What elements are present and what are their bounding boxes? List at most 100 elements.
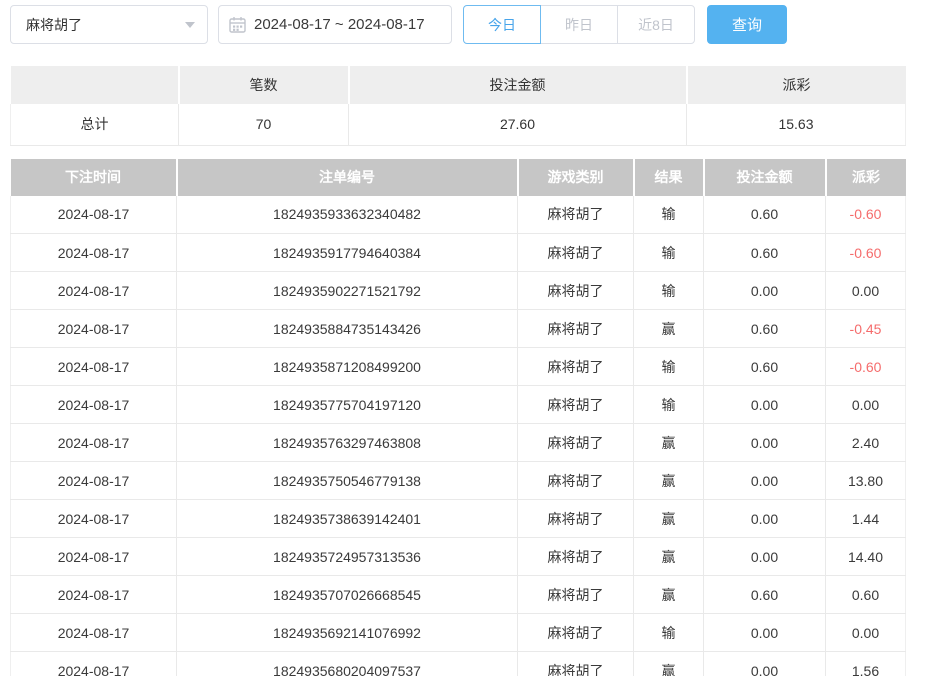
cell-bet-id: 1824935738639142401 <box>177 500 518 538</box>
cell-result: 赢 <box>634 538 704 576</box>
bets-column-header-cell-bet-time: 下注时间 <box>11 159 177 196</box>
today-button[interactable]: 今日 <box>463 5 541 44</box>
bets-column-header-cell-result: 结果 <box>634 159 704 196</box>
cell-bet-time: 2024-08-17 <box>11 424 177 462</box>
query-button[interactable]: 查询 <box>707 5 787 44</box>
cell-payout: 0.00 <box>826 272 906 310</box>
cell-bet-time: 2024-08-17 <box>11 576 177 614</box>
table-row: 2024-08-171824935763297463808麻将胡了赢0.002.… <box>11 424 906 462</box>
cell-result: 赢 <box>634 462 704 500</box>
cell-result: 输 <box>634 614 704 652</box>
bet-records-page: 麻将胡了 2024-08-17 ~ 2024-08-17 <box>0 0 939 676</box>
cell-bet-time: 2024-08-17 <box>11 234 177 272</box>
cell-bet-amount: 0.60 <box>704 576 826 614</box>
last-8-days-button[interactable]: 近8日 <box>617 5 695 44</box>
cell-bet-id: 1824935707026668545 <box>177 576 518 614</box>
cell-bet-time: 2024-08-17 <box>11 652 177 676</box>
cell-bet-id: 1824935692141076992 <box>177 614 518 652</box>
filter-bar: 麻将胡了 2024-08-17 ~ 2024-08-17 <box>10 5 929 44</box>
chevron-down-icon <box>185 22 195 28</box>
cell-payout: 1.56 <box>826 652 906 676</box>
cell-game-type: 麻将胡了 <box>518 272 634 310</box>
cell-payout: -0.60 <box>826 196 906 234</box>
cell-bet-amount: 0.00 <box>704 386 826 424</box>
cell-bet-amount: 0.00 <box>704 614 826 652</box>
bets-column-header-cell-payout: 派彩 <box>826 159 906 196</box>
cell-bet-amount: 0.60 <box>704 234 826 272</box>
quick-filter-group: 今日 昨日 近8日 <box>463 5 695 44</box>
bets-column-header-cell-game-type: 游戏类别 <box>518 159 634 196</box>
cell-bet-id: 1824935763297463808 <box>177 424 518 462</box>
cell-bet-id: 1824935902271521792 <box>177 272 518 310</box>
cell-result: 赢 <box>634 424 704 462</box>
summary-header-blank <box>11 66 179 104</box>
summary-header-bet-amount: 投注金额 <box>349 66 687 104</box>
summary-total-row: 总计 70 27.60 15.63 <box>11 104 906 145</box>
cell-game-type: 麻将胡了 <box>518 500 634 538</box>
table-row: 2024-08-171824935750546779138麻将胡了赢0.0013… <box>11 462 906 500</box>
cell-bet-time: 2024-08-17 <box>11 310 177 348</box>
cell-payout: 14.40 <box>826 538 906 576</box>
cell-bet-time: 2024-08-17 <box>11 348 177 386</box>
cell-bet-time: 2024-08-17 <box>11 462 177 500</box>
cell-result: 输 <box>634 386 704 424</box>
game-select-value: 麻将胡了 <box>26 15 82 35</box>
cell-payout: 0.60 <box>826 576 906 614</box>
cell-bet-id: 1824935724957313536 <box>177 538 518 576</box>
table-row: 2024-08-171824935775704197120麻将胡了输0.000.… <box>11 386 906 424</box>
cell-bet-id: 1824935917794640384 <box>177 234 518 272</box>
cell-bet-id: 1824935884735143426 <box>177 310 518 348</box>
table-row: 2024-08-171824935738639142401麻将胡了赢0.001.… <box>11 500 906 538</box>
cell-bet-amount: 0.00 <box>704 462 826 500</box>
cell-bet-time: 2024-08-17 <box>11 272 177 310</box>
total-bet-amount: 27.60 <box>349 104 687 145</box>
cell-bet-time: 2024-08-17 <box>11 538 177 576</box>
date-range-picker[interactable]: 2024-08-17 ~ 2024-08-17 <box>218 5 452 44</box>
cell-game-type: 麻将胡了 <box>518 348 634 386</box>
bets-header-row: 下注时间注单编号游戏类别结果投注金额派彩 <box>11 159 906 196</box>
cell-payout: -0.45 <box>826 310 906 348</box>
cell-bet-amount: 0.60 <box>704 196 826 234</box>
cell-result: 输 <box>634 272 704 310</box>
cell-game-type: 麻将胡了 <box>518 386 634 424</box>
game-select[interactable]: 麻将胡了 <box>10 5 208 44</box>
cell-bet-time: 2024-08-17 <box>11 386 177 424</box>
cell-result: 输 <box>634 348 704 386</box>
cell-result: 赢 <box>634 652 704 676</box>
table-row: 2024-08-171824935917794640384麻将胡了输0.60-0… <box>11 234 906 272</box>
cell-payout: 0.00 <box>826 614 906 652</box>
table-row: 2024-08-171824935884735143426麻将胡了赢0.60-0… <box>11 310 906 348</box>
calendar-icon <box>229 16 246 33</box>
bets-table-body: 2024-08-171824935933632340482麻将胡了输0.60-0… <box>11 196 906 676</box>
cell-game-type: 麻将胡了 <box>518 614 634 652</box>
table-row: 2024-08-171824935692141076992麻将胡了输0.000.… <box>11 614 906 652</box>
cell-payout: 13.80 <box>826 462 906 500</box>
cell-game-type: 麻将胡了 <box>518 234 634 272</box>
cell-bet-amount: 0.60 <box>704 348 826 386</box>
cell-bet-id: 1824935750546779138 <box>177 462 518 500</box>
bets-table: 下注时间注单编号游戏类别结果投注金额派彩 2024-08-17182493593… <box>10 159 906 676</box>
table-row: 2024-08-171824935902271521792麻将胡了输0.000.… <box>11 272 906 310</box>
cell-game-type: 麻将胡了 <box>518 462 634 500</box>
total-payout: 15.63 <box>687 104 906 145</box>
cell-bet-amount: 0.60 <box>704 310 826 348</box>
cell-game-type: 麻将胡了 <box>518 538 634 576</box>
cell-bet-amount: 0.00 <box>704 500 826 538</box>
cell-game-type: 麻将胡了 <box>518 196 634 234</box>
cell-payout: 0.00 <box>826 386 906 424</box>
cell-payout: 2.40 <box>826 424 906 462</box>
summary-header-payout: 派彩 <box>687 66 906 104</box>
summary-table: 笔数 投注金额 派彩 总计 70 27.60 15.63 <box>10 66 906 146</box>
yesterday-button[interactable]: 昨日 <box>540 5 618 44</box>
cell-payout: -0.60 <box>826 348 906 386</box>
bets-column-header-cell-bet-amount: 投注金额 <box>704 159 826 196</box>
summary-header-row: 笔数 投注金额 派彩 <box>11 66 906 104</box>
cell-bet-time: 2024-08-17 <box>11 196 177 234</box>
cell-bet-amount: 0.00 <box>704 652 826 676</box>
table-row: 2024-08-171824935680204097537麻将胡了赢0.001.… <box>11 652 906 676</box>
cell-result: 输 <box>634 196 704 234</box>
cell-bet-id: 1824935933632340482 <box>177 196 518 234</box>
cell-result: 赢 <box>634 310 704 348</box>
cell-game-type: 麻将胡了 <box>518 310 634 348</box>
cell-bet-amount: 0.00 <box>704 272 826 310</box>
